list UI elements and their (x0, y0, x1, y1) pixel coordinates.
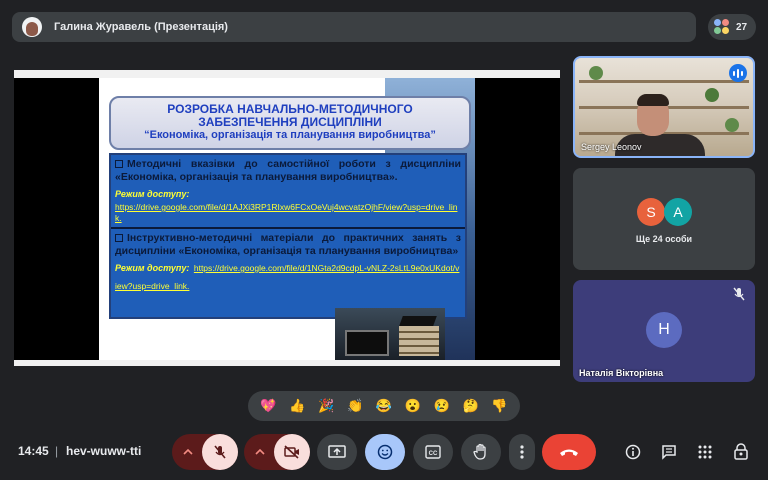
participant-tile[interactable]: Н Наталія Вікторівна (573, 280, 755, 382)
host-controls-button[interactable] (731, 442, 751, 462)
presentation-slide: РОЗРОБКА НАВЧАЛЬНО-МЕТОДИЧНОГО ЗАБЕЗПЕЧЕ… (99, 78, 475, 360)
avatar: A (664, 198, 692, 226)
svg-text:CC: CC (429, 451, 438, 457)
shared-window-statusbar (14, 360, 560, 366)
slide-item-text: Інструктивно-методичні матеріали до прак… (115, 232, 461, 257)
mic-toggle-button[interactable] (202, 434, 238, 470)
participant-hair (637, 94, 669, 106)
thumbs-up-reaction[interactable]: 👍 (286, 398, 308, 414)
slide-title-line3: “Економіка, організація та планування ви… (144, 129, 436, 141)
slide-item-text: Методичні вказівки до самостійної роботи… (115, 158, 461, 183)
slide-photo (335, 308, 445, 360)
participant-tile-others[interactable]: S A Ще 24 особи (573, 168, 755, 270)
party-popper-reaction[interactable]: 🎉 (315, 398, 337, 414)
separator: | (55, 444, 59, 458)
clock: 14:45 (18, 444, 49, 458)
reactions-bar: 💖 👍 🎉 👏 😂 😮 😢 🤔 👎 (248, 391, 520, 421)
meeting-details-button[interactable] (623, 442, 643, 462)
captions-button[interactable]: CC (413, 434, 453, 470)
access-label: Режим доступу: (115, 189, 190, 199)
chevron-up-icon (255, 448, 265, 455)
participant-tile-video[interactable]: Sergey Leonov (573, 56, 755, 158)
drive-link[interactable]: https://drive.google.com/file/d/1AJXi3RP… (115, 202, 461, 224)
presenter-avatar (22, 17, 42, 37)
slide-title-box: РОЗРОБКА НАВЧАЛЬНО-МЕТОДИЧНОГО ЗАБЕЗПЕЧЕ… (109, 96, 471, 150)
slide-item: Методичні вказівки до самостійної роботи… (111, 155, 465, 224)
thumbs-down-reaction[interactable]: 👎 (488, 398, 510, 414)
audio-options-button[interactable] (176, 434, 200, 470)
avatar: S (637, 198, 665, 226)
speaking-indicator-icon (729, 64, 747, 82)
apps-grid-icon (698, 445, 712, 459)
sparkling-heart-reaction[interactable]: 💖 (257, 398, 279, 414)
avatar: Н (646, 312, 682, 348)
chat-icon (662, 445, 676, 460)
chevron-up-icon (183, 448, 193, 455)
activities-button[interactable] (695, 442, 715, 462)
checkbox-bullet-icon (115, 234, 123, 242)
people-icon (714, 19, 730, 35)
slide-title-line2: ЗАБЕЗПЕЧЕННЯ ДИСЦИПЛІНИ (198, 115, 382, 129)
video-options-button[interactable] (248, 434, 272, 470)
meeting-code: hev-wuww-tti (66, 444, 142, 458)
participant-name: Наталія Вікторівна (579, 368, 664, 378)
end-call-icon (560, 449, 578, 456)
access-label: Режим доступу: (115, 263, 190, 273)
info-icon (625, 444, 641, 460)
checkbox-bullet-icon (115, 160, 123, 168)
captions-icon: CC (425, 445, 441, 459)
thinking-reaction[interactable]: 🤔 (460, 398, 482, 414)
hand-icon (473, 443, 486, 460)
control-bar: 14:45 | hev-wuww-tti CC (0, 430, 768, 480)
present-screen-icon (328, 445, 346, 458)
slide-item: Інструктивно-методичні матеріали до прак… (111, 229, 465, 294)
presentation-banner: Галина Журавель (Презентація) (12, 12, 696, 42)
lock-person-icon (734, 443, 748, 460)
tears-of-joy-reaction[interactable]: 😂 (373, 398, 395, 414)
mic-off-icon (214, 445, 226, 459)
presenter-label: Галина Журавель (Презентація) (54, 21, 228, 33)
reactions-button[interactable] (365, 434, 405, 470)
emoji-icon (377, 444, 393, 460)
participant-count: 27 (736, 21, 748, 33)
leave-call-button[interactable] (542, 434, 596, 470)
camera-off-icon (284, 445, 299, 459)
others-caption: Ще 24 особи (635, 234, 693, 244)
more-vert-icon (520, 445, 524, 459)
participant-name: Sergey Leonov (581, 142, 642, 152)
present-screen-button[interactable] (317, 434, 357, 470)
participants-button[interactable]: 27 (708, 14, 756, 40)
camera-toggle-button[interactable] (274, 434, 310, 470)
raise-hand-button[interactable] (461, 434, 501, 470)
surprised-reaction[interactable]: 😮 (402, 398, 424, 414)
mic-off-icon (733, 287, 745, 301)
shared-window-titlebar (14, 70, 560, 78)
more-options-button[interactable] (509, 434, 535, 470)
crying-reaction[interactable]: 😢 (431, 398, 453, 414)
clapping-reaction[interactable]: 👏 (344, 398, 366, 414)
slide-content-box: Методичні вказівки до самостійної роботи… (109, 153, 467, 319)
chat-button[interactable] (659, 442, 679, 462)
shared-screen: РОЗРОБКА НАВЧАЛЬНО-МЕТОДИЧНОГО ЗАБЕЗПЕЧЕ… (14, 70, 560, 366)
